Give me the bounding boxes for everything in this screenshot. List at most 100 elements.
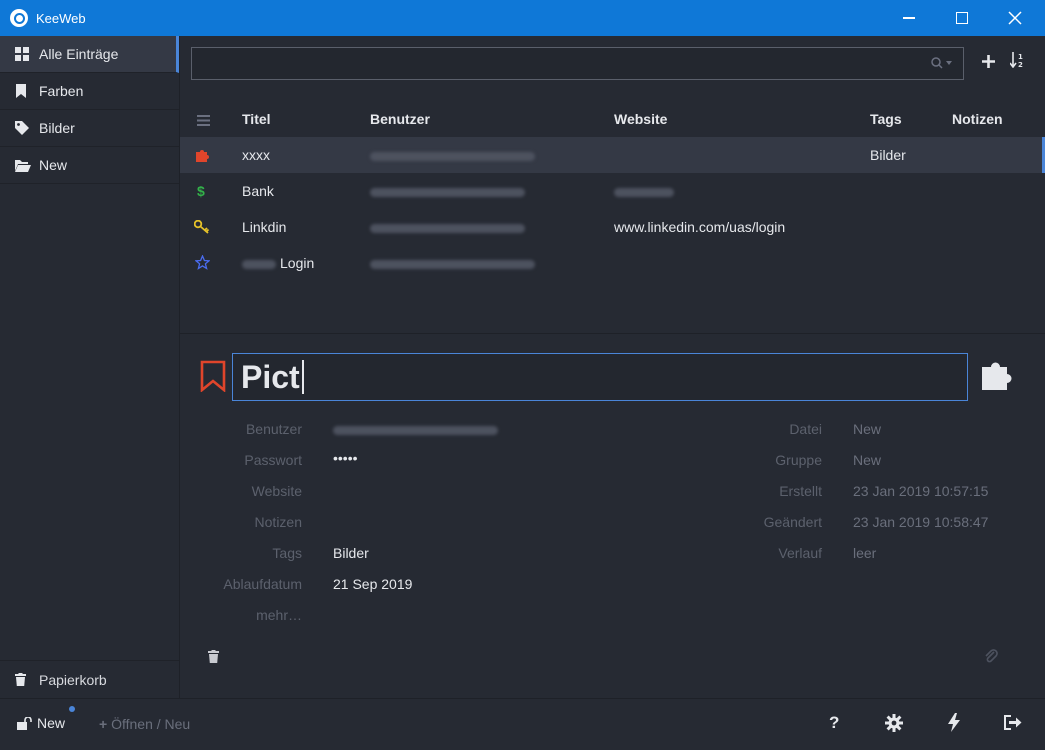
settings-icon bbox=[885, 714, 903, 732]
table-row[interactable]: $ Bank bbox=[180, 173, 1045, 209]
column-title[interactable]: Titel bbox=[242, 111, 271, 127]
field-value-file: New bbox=[853, 421, 882, 437]
entry-title-prefix-blurred bbox=[242, 255, 276, 271]
field-label-tags: Tags bbox=[272, 545, 302, 561]
entry-icon-puzzle-icon[interactable] bbox=[982, 358, 1016, 393]
search-icon[interactable] bbox=[931, 57, 953, 72]
text-caret bbox=[301, 360, 304, 394]
settings-button[interactable] bbox=[885, 714, 903, 737]
folder-open-icon bbox=[15, 159, 39, 172]
sidebar-item-group-new[interactable]: New bbox=[0, 147, 179, 184]
lock-button[interactable] bbox=[1004, 715, 1022, 735]
sidebar-item-label: Bilder bbox=[39, 120, 75, 136]
sidebar-item-all-entries[interactable]: Alle Einträge bbox=[0, 36, 179, 73]
keeweb-logo-icon bbox=[10, 9, 28, 27]
help-icon: ? bbox=[829, 713, 840, 732]
field-label-user: Benutzer bbox=[245, 421, 302, 437]
list-detail-divider bbox=[180, 333, 1045, 334]
sidebar: Alle Einträge Farben Bilder New Papierko… bbox=[0, 36, 180, 698]
sidebar-item-tag-bilder[interactable]: Bilder bbox=[0, 110, 179, 147]
field-value-modified: 23 Jan 2019 10:58:47 bbox=[853, 514, 989, 530]
attach-file-button[interactable] bbox=[984, 648, 998, 667]
add-entry-button[interactable] bbox=[982, 52, 995, 73]
entry-user-blurred bbox=[370, 147, 535, 163]
field-value-user-blurred[interactable] bbox=[333, 421, 498, 437]
sort-icon: 12 bbox=[1009, 52, 1023, 69]
table-row[interactable]: Linkdin www.linkedin.com/uas/login bbox=[180, 209, 1045, 245]
entry-title: Linkdin bbox=[242, 219, 287, 235]
close-icon bbox=[1008, 11, 1022, 25]
footer: New + Öffnen / Neu ? bbox=[0, 698, 1045, 750]
field-label-website: Website bbox=[251, 483, 302, 499]
table-row[interactable]: xxxx Bilder bbox=[180, 137, 1045, 173]
unlock-icon bbox=[17, 716, 32, 730]
close-button[interactable] bbox=[992, 0, 1038, 36]
puzzle-icon bbox=[196, 148, 210, 165]
field-value-password[interactable]: ••••• bbox=[333, 450, 358, 466]
unsaved-changes-dot bbox=[69, 706, 75, 712]
window-title: KeeWeb bbox=[36, 10, 86, 26]
field-label-notes: Notizen bbox=[254, 514, 302, 530]
sidebar-item-label: Alle Einträge bbox=[39, 46, 119, 62]
sign-out-icon bbox=[1004, 715, 1022, 730]
field-value-group[interactable]: New bbox=[853, 452, 881, 468]
dollar-icon: $ bbox=[197, 183, 205, 199]
help-button[interactable]: ? bbox=[829, 713, 839, 733]
svg-text:2: 2 bbox=[1018, 61, 1023, 68]
entry-user-blurred bbox=[370, 219, 525, 235]
entry-user-blurred bbox=[370, 255, 535, 271]
column-notes[interactable]: Notizen bbox=[952, 111, 1003, 127]
column-options-icon[interactable] bbox=[197, 113, 210, 129]
entry-title: xxxx bbox=[242, 147, 270, 163]
search-input[interactable] bbox=[191, 47, 964, 80]
field-label-password: Passwort bbox=[244, 452, 302, 468]
open-file-new[interactable]: New bbox=[17, 715, 65, 731]
sidebar-item-trash[interactable]: Papierkorb bbox=[0, 660, 179, 698]
key-icon bbox=[193, 219, 210, 237]
file-name-label: New bbox=[37, 715, 66, 731]
bolt-icon bbox=[948, 713, 960, 732]
field-value-expires[interactable]: 21 Sep 2019 bbox=[333, 576, 412, 592]
open-new-label: Öffnen / Neu bbox=[111, 716, 191, 732]
more-fields-link[interactable]: mehr… bbox=[182, 607, 302, 623]
star-icon bbox=[194, 254, 211, 273]
table-row[interactable]: Login bbox=[180, 245, 1045, 281]
generator-button[interactable] bbox=[948, 713, 960, 737]
field-label-history: Verlauf bbox=[778, 545, 822, 561]
entry-website: www.linkedin.com/uas/login bbox=[614, 219, 786, 235]
maximize-button[interactable] bbox=[939, 0, 985, 36]
entry-title-value: Pict bbox=[241, 358, 300, 395]
column-tags[interactable]: Tags bbox=[870, 111, 902, 127]
field-value-created: 23 Jan 2019 10:57:15 bbox=[853, 483, 989, 499]
sidebar-trash-label: Papierkorb bbox=[39, 671, 107, 688]
sidebar-item-label: New bbox=[39, 157, 68, 173]
paperclip-icon bbox=[985, 649, 998, 663]
plus-icon bbox=[982, 55, 995, 68]
minimize-button[interactable] bbox=[886, 0, 932, 36]
delete-entry-button[interactable] bbox=[208, 650, 219, 666]
open-new-button[interactable]: + Öffnen / Neu bbox=[99, 716, 190, 732]
svg-text:1: 1 bbox=[1018, 53, 1023, 61]
entry-user-blurred bbox=[370, 183, 525, 199]
field-label-modified: Geändert bbox=[763, 514, 822, 530]
grid-icon bbox=[15, 47, 39, 61]
bookmark-outline-icon[interactable] bbox=[200, 360, 226, 395]
entry-list: xxxx Bilder $ Bank Linkdin www.linkedin.… bbox=[180, 137, 1045, 281]
field-label-file: Datei bbox=[789, 421, 822, 437]
bookmark-icon bbox=[15, 84, 39, 98]
sidebar-item-label: Farben bbox=[39, 83, 84, 99]
field-label-expires: Ablaufdatum bbox=[223, 576, 302, 592]
entry-title-input[interactable]: Pict bbox=[232, 353, 968, 401]
title-bar: KeeWeb bbox=[0, 0, 1045, 36]
entry-website-blurred bbox=[614, 183, 674, 199]
entry-tags: Bilder bbox=[870, 147, 906, 163]
list-header: Titel Benutzer Website Tags Notizen bbox=[180, 101, 1045, 137]
sidebar-item-colors[interactable]: Farben bbox=[0, 73, 179, 110]
field-value-tags[interactable]: Bilder bbox=[333, 545, 369, 561]
sort-button[interactable]: 12 bbox=[1009, 52, 1026, 73]
tag-icon bbox=[15, 121, 39, 135]
column-user[interactable]: Benutzer bbox=[370, 111, 430, 127]
trash-icon bbox=[15, 673, 39, 686]
column-website[interactable]: Website bbox=[614, 111, 667, 127]
field-value-history[interactable]: leer bbox=[853, 545, 876, 561]
